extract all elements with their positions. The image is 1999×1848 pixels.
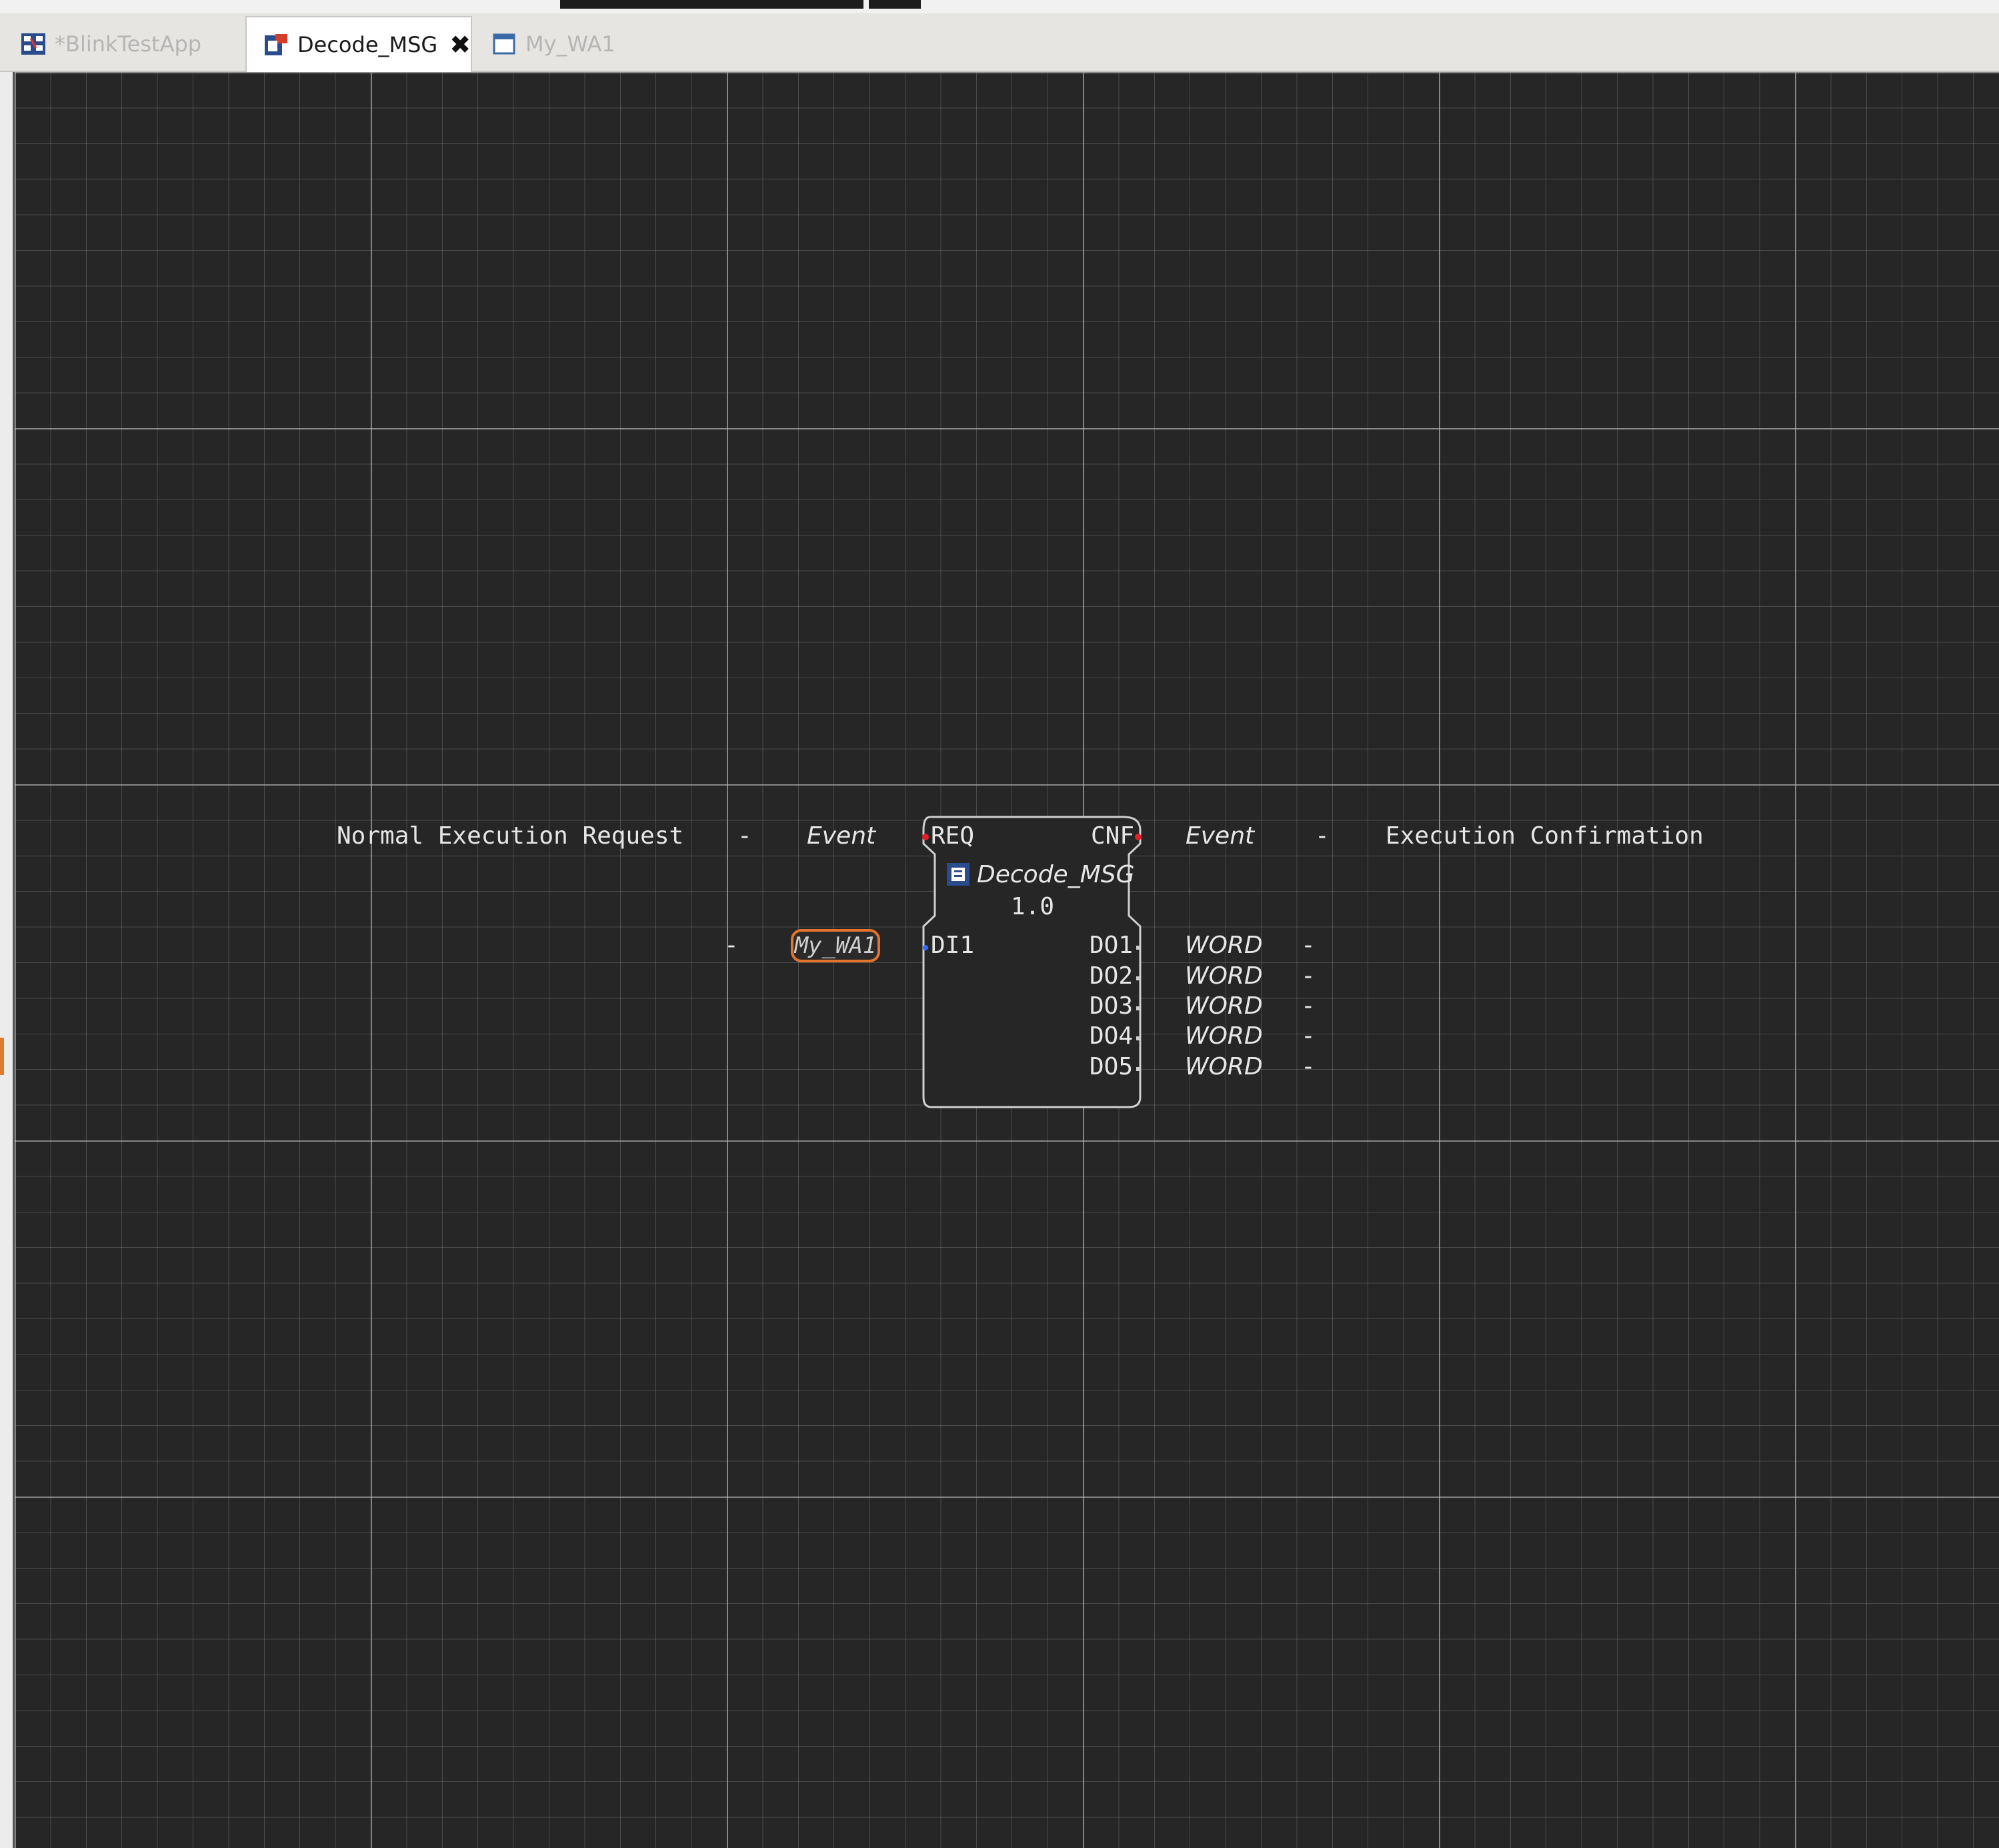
- pin-label-di1: DI1: [931, 932, 975, 959]
- event-input-pin[interactable]: [922, 834, 929, 840]
- toolbar-strip: [0, 0, 1999, 13]
- event-input-comment-separator: -: [737, 822, 752, 850]
- pin-label-do1: DO1: [1090, 932, 1134, 959]
- data-output-type[interactable]: WORD: [1185, 964, 1263, 988]
- data-output-comment-separator: -: [1301, 1053, 1316, 1080]
- tab-label: *BlinkTestApp: [55, 31, 202, 57]
- block-instance-name[interactable]: Decode_MSG: [977, 863, 1135, 887]
- data-input-comment-separator: -: [724, 932, 739, 959]
- close-icon[interactable]: ✖: [449, 32, 471, 57]
- data-input-type-label: My_WA1: [794, 932, 877, 959]
- tab-decode-msg[interactable]: Decode_MSG ✖: [245, 16, 472, 72]
- editor-tab-bar: *BlinkTestApp Decode_MSG ✖ My_WA1: [0, 13, 1999, 72]
- data-output-type[interactable]: WORD: [1185, 934, 1263, 958]
- tab-my-wa1[interactable]: My_WA1: [475, 16, 661, 72]
- tab-blinktestapp[interactable]: *BlinkTestApp: [4, 16, 244, 72]
- data-output-pin[interactable]: [1136, 1006, 1140, 1010]
- data-output-type[interactable]: WORD: [1185, 994, 1263, 1018]
- event-input-type[interactable]: Event: [807, 824, 875, 848]
- data-output-comment-separator: -: [1301, 932, 1316, 959]
- event-output-type[interactable]: Event: [1186, 824, 1254, 848]
- data-output-comment-separator: -: [1301, 1022, 1316, 1050]
- toolbar-segment: [560, 0, 863, 9]
- window-icon: [491, 31, 517, 57]
- pin-label-do5: DO5: [1090, 1053, 1134, 1080]
- function-block-type-icon: [263, 31, 289, 58]
- event-output-comment-separator: -: [1315, 822, 1330, 850]
- tab-label: My_WA1: [525, 31, 615, 57]
- data-output-pin[interactable]: [1136, 946, 1140, 950]
- pin-label-do4: DO4: [1090, 1022, 1134, 1050]
- pin-label-cnf: CNF: [1091, 822, 1135, 850]
- application-icon: [20, 31, 47, 57]
- data-output-comment-separator: -: [1301, 992, 1316, 1020]
- data-output-comment-separator: -: [1301, 962, 1316, 990]
- data-output-pin[interactable]: [1136, 1067, 1140, 1071]
- event-output-pin[interactable]: [1135, 834, 1142, 840]
- toolbar-segment: [869, 0, 921, 9]
- left-ruler: [0, 72, 15, 1848]
- function-block-type-icon: [947, 863, 969, 886]
- data-output-type[interactable]: WORD: [1185, 1055, 1263, 1079]
- data-output-type[interactable]: WORD: [1185, 1024, 1263, 1048]
- position-marker: [0, 1038, 4, 1075]
- editor-window: *BlinkTestApp Decode_MSG ✖ My_WA1 Normal…: [0, 0, 1999, 1848]
- pin-label-do2: DO2: [1090, 962, 1134, 990]
- data-input-pin[interactable]: [923, 945, 928, 950]
- block-version: 1.0: [1011, 893, 1055, 920]
- data-output-pin[interactable]: [1136, 976, 1140, 980]
- pin-label-req: REQ: [931, 822, 975, 850]
- tab-label: Decode_MSG: [297, 32, 438, 57]
- data-output-pin[interactable]: [1136, 1036, 1140, 1040]
- pin-label-do3: DO3: [1090, 992, 1134, 1020]
- data-input-type-struct[interactable]: My_WA1: [791, 929, 880, 962]
- event-input-comment[interactable]: Normal Execution Request: [337, 824, 683, 848]
- event-output-comment[interactable]: Execution Confirmation: [1386, 824, 1704, 848]
